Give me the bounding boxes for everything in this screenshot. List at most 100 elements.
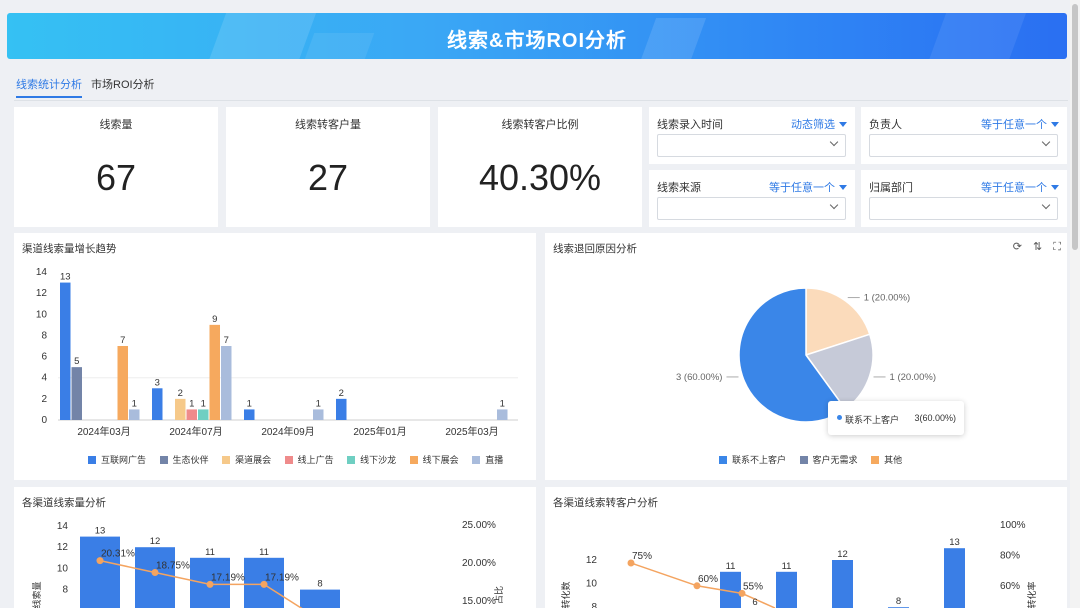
legend-swatch bbox=[88, 456, 96, 464]
legend-item[interactable]: 线下展会 bbox=[409, 453, 459, 466]
rate-label: 75% bbox=[632, 551, 652, 562]
legend-label: 渠道展会 bbox=[235, 455, 272, 465]
bar bbox=[944, 548, 965, 608]
page-scrollbar[interactable] bbox=[1070, 0, 1080, 608]
pie-label: 1 (20.00%) bbox=[890, 372, 936, 383]
y-tick-label: 10 bbox=[586, 579, 598, 590]
legend-swatch bbox=[409, 456, 418, 464]
legend-item[interactable]: 其他 bbox=[871, 453, 902, 466]
filter-mode-dropdown[interactable]: 等于任意一个 bbox=[769, 179, 847, 195]
bar bbox=[198, 409, 209, 420]
bar-label: 11 bbox=[726, 561, 736, 572]
legend-item[interactable]: 线下沙龙 bbox=[347, 453, 396, 466]
legend-item[interactable]: 联系不上客户 bbox=[719, 453, 786, 466]
bar-label: 8 bbox=[317, 579, 322, 590]
bar-label: 11 bbox=[259, 547, 269, 558]
filter-select[interactable] bbox=[657, 134, 846, 157]
bar bbox=[300, 589, 340, 608]
bar bbox=[175, 398, 186, 420]
trend-legend: 互联网广告 生态伙伴 渠道展会 线上广告 线下沙龙 线下展会 直播 bbox=[88, 453, 514, 466]
filter-owner: 负责人 等于任意一个 bbox=[861, 107, 1067, 164]
bar-label: 13 bbox=[95, 526, 106, 537]
tab-market-roi[interactable]: 市场ROI分析 bbox=[91, 76, 155, 92]
y-tick-label: 12 bbox=[57, 542, 69, 553]
scrollbar-thumb[interactable] bbox=[1072, 4, 1078, 250]
filter-mode-label: 动态筛选 bbox=[791, 119, 835, 131]
y-tick-label: 10 bbox=[36, 309, 48, 320]
bar bbox=[776, 571, 797, 608]
legend-item[interactable]: 线上广告 bbox=[284, 453, 334, 466]
filter-select[interactable] bbox=[869, 134, 1058, 157]
y-tick-label: 8 bbox=[591, 602, 597, 608]
filter-mode-dropdown[interactable]: 等于任意一个 bbox=[981, 179, 1059, 195]
y2-tick-label: 20.00% bbox=[462, 558, 496, 569]
y-tick-label: 8 bbox=[41, 330, 47, 341]
bar bbox=[80, 536, 120, 608]
bar bbox=[221, 346, 232, 420]
pie-chart: 1 (20.00%) 1 (20.00%) 3 (60.00%) bbox=[676, 287, 936, 423]
rate-label: 55% bbox=[743, 581, 763, 592]
kpi-card-converted: 线索转客户量 27 bbox=[226, 107, 430, 227]
y2-tick-label: 25.00% bbox=[462, 520, 496, 531]
filter-mode-label: 等于任意一个 bbox=[769, 182, 835, 194]
kpi-card-conversion-rate: 线索转客户比例 40.30% bbox=[438, 107, 642, 227]
kpi-label: 线索转客户比例 bbox=[501, 119, 579, 131]
bar-label: 5 bbox=[74, 356, 79, 367]
filter-label: 负责人 bbox=[869, 119, 902, 131]
filter-mode-dropdown[interactable]: 等于任意一个 bbox=[981, 116, 1059, 132]
pie-label: 3 (60.00%) bbox=[676, 372, 722, 383]
y2-axis-label: 转化率 bbox=[1026, 581, 1037, 608]
x-tick-label: 2025年01月 bbox=[353, 425, 406, 438]
x-tick-label: 2025年03月 bbox=[445, 425, 498, 438]
pie-legend: 联系不上客户 客户无需求 其他 bbox=[719, 453, 913, 466]
legend-label: 线下沙龙 bbox=[360, 455, 397, 465]
legend-swatch bbox=[871, 456, 880, 464]
tooltip-label: 联系不上客户 bbox=[845, 415, 900, 425]
bar bbox=[336, 398, 347, 420]
chevron-down-icon bbox=[829, 200, 839, 210]
bar bbox=[244, 409, 255, 420]
legend-label: 互联网广告 bbox=[101, 455, 147, 465]
legend-label: 线下展会 bbox=[422, 455, 459, 465]
page-banner: 线索&市场ROI分析 bbox=[7, 13, 1067, 59]
legend-swatch bbox=[719, 456, 727, 464]
bar bbox=[129, 409, 140, 420]
bar-label: 8 bbox=[896, 596, 901, 607]
panel-channel-trend: 渠道线索量增长趋势 0 2 4 6 8 10 12 14 2024年03月 2024年07月 202… bbox=[14, 233, 536, 480]
legend-label: 生态伙伴 bbox=[172, 455, 209, 465]
legend-label: 其他 bbox=[884, 455, 903, 465]
bar-label: 1 bbox=[316, 398, 321, 409]
caret-down-icon bbox=[1051, 185, 1059, 190]
filter-select[interactable] bbox=[657, 197, 846, 220]
filter-input[interactable] bbox=[658, 198, 818, 219]
bar bbox=[135, 547, 175, 608]
legend-item[interactable]: 互联网广告 bbox=[88, 453, 146, 466]
legend-item[interactable]: 直播 bbox=[472, 453, 503, 466]
filter-input[interactable] bbox=[870, 135, 1030, 156]
y2-tick-label: 60% bbox=[1000, 581, 1020, 592]
legend-swatch bbox=[347, 456, 356, 464]
bar-label: 12 bbox=[150, 536, 161, 547]
chevron-down-icon bbox=[1041, 200, 1051, 210]
legend-item[interactable]: 生态伙伴 bbox=[159, 453, 209, 466]
filter-label: 线索录入时间 bbox=[657, 119, 723, 131]
y-tick-label: 12 bbox=[586, 555, 598, 566]
bar-label: 1 bbox=[247, 398, 252, 409]
filter-department: 归属部门 等于任意一个 bbox=[861, 170, 1067, 227]
legend-item[interactable]: 客户无需求 bbox=[799, 453, 858, 466]
filter-select[interactable] bbox=[869, 197, 1058, 220]
legend-item[interactable]: 渠道展会 bbox=[222, 453, 271, 466]
bar bbox=[832, 560, 853, 608]
filter-input[interactable] bbox=[658, 135, 818, 156]
filter-input[interactable] bbox=[870, 198, 1030, 219]
caret-down-icon bbox=[839, 185, 847, 190]
caret-down-icon bbox=[1051, 122, 1059, 127]
bar-label: 9 bbox=[212, 314, 217, 325]
tab-lead-statistics[interactable]: 线索统计分析 bbox=[16, 76, 82, 98]
filter-mode-dropdown[interactable]: 动态筛选 bbox=[791, 116, 847, 132]
kpi-value: 40.30% bbox=[478, 157, 602, 198]
trend-chart: 024681012142024年03月 2024年07月 2024年09月 2025年… bbox=[36, 267, 518, 438]
y-tick-label: 0 bbox=[41, 415, 47, 426]
bar-label: 13 bbox=[949, 537, 960, 548]
bar-label: 7 bbox=[224, 335, 229, 346]
